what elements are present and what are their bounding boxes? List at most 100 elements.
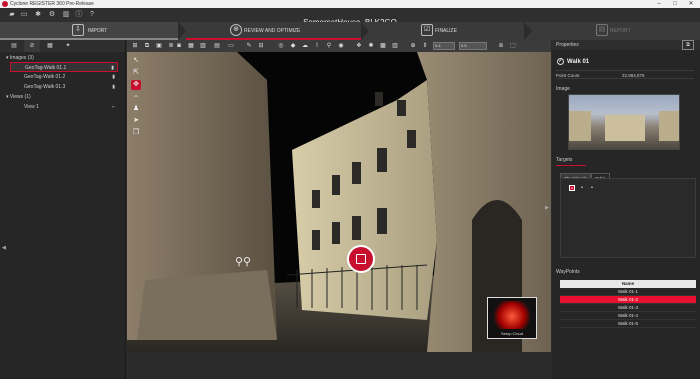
layers-icon[interactable]: ≣ — [167, 42, 175, 50]
palette-icon[interactable]: ❖ — [355, 42, 363, 50]
cube-icon[interactable]: ▣ — [155, 42, 163, 50]
table-row[interactable]: Walk 01-2 — [560, 296, 696, 304]
tree-icon[interactable]: ▦ — [42, 40, 58, 52]
waypoints-section-label: WayPoints — [556, 269, 580, 275]
step-report-label: REPORT — [610, 28, 631, 34]
check-icon: ✓ — [557, 58, 564, 65]
viewport-side-tools: ↖ ⇱ ✥ ⇔ ♟ ➤ ❒ — [131, 56, 141, 140]
target-marker[interactable] — [347, 245, 375, 273]
table-row[interactable]: Walk 01-5 — [560, 320, 696, 328]
step-finalize[interactable]: ☑ FINALIZE — [369, 22, 524, 40]
layers-stack-icon[interactable]: ⧈ — [497, 42, 505, 50]
tree-item-image-1[interactable]: GeoTag-Walk 01.1 ▮ — [10, 62, 118, 72]
step-report[interactable]: ▤ REPORT — [532, 22, 700, 40]
minimize-button[interactable]: – — [652, 0, 666, 8]
cloud-icon[interactable]: ☁ — [301, 42, 309, 50]
target-thumb-2[interactable]: • — [579, 185, 585, 191]
pencil-icon[interactable]: ✎ — [245, 42, 253, 50]
tree-group-views[interactable]: ▾ Views (1) — [6, 92, 31, 102]
target-thumbnails: • • • — [560, 178, 696, 258]
main-toolbar: ▰ ▭ ✱ ⚙ ▥ ⓘ ? SomersetHouse_BLK2GO — [0, 8, 700, 27]
box-icon[interactable]: ⧉ — [143, 42, 151, 50]
navigate-icon[interactable]: ➤ — [131, 116, 141, 126]
app-logo-icon — [2, 1, 8, 7]
orbit-icon[interactable]: ✥ — [131, 80, 141, 90]
image-section-label: Image — [556, 86, 570, 92]
tree-item-view-1[interactable]: View 1 ⌐ — [24, 102, 118, 112]
setup-cloud-thumbnail[interactable]: Setup Cloud — [487, 297, 537, 339]
mesh-icon[interactable]: ▥ — [391, 42, 399, 50]
sun-icon[interactable]: ✺ — [367, 42, 375, 50]
list-icon[interactable]: ▤ — [213, 42, 221, 50]
panorama-image[interactable] — [568, 94, 680, 150]
finalize-icon: ☑ — [421, 24, 433, 36]
geotag-pin-icon[interactable]: ⚲⚲ — [235, 255, 251, 268]
step-import[interactable]: ⇩ IMPORT — [0, 22, 178, 40]
status-bar — [127, 352, 551, 379]
multi-select-icon[interactable]: ⇱ — [131, 68, 141, 78]
targets-section-label: Targets — [556, 157, 573, 163]
left-panel-tabs: ▤ ⊘ ▦ ✦ — [0, 40, 125, 52]
eye-icon[interactable]: ◉ — [337, 42, 345, 50]
step-review[interactable]: ⊕ REVIEW AND OPTIMIZE — [186, 22, 361, 40]
brush-icon[interactable]: ⌇ — [313, 42, 321, 50]
waypoints-header: Name — [560, 280, 696, 288]
review-icon: ⊕ — [230, 24, 242, 36]
target-icon — [356, 254, 366, 264]
maximize-button[interactable]: □ — [668, 0, 682, 8]
pin-icon[interactable]: ⚲ — [325, 42, 333, 50]
table-row[interactable]: Walk 01-3 — [560, 304, 696, 312]
target-thumb-1[interactable]: • — [569, 185, 575, 192]
item-title: ✓ Walk 01 — [557, 58, 590, 66]
target-thumb-3[interactable]: • — [589, 185, 595, 191]
point-cloud-viewport[interactable]: ⊞ ⧉ ▣ ≣ ◙ ▦ ▧ ▤ ▭ ✎ ⊟ ◎ ◆ ☁ ⌇ ⚲ ◉ ❖ ✺ ▩ … — [127, 40, 551, 352]
point-count-row: Point Count 22,984,576 — [556, 70, 694, 79]
view-cube-icon[interactable]: ❒ — [131, 128, 141, 138]
import-icon: ⇩ — [72, 24, 84, 36]
window-title: Cyclone REGISTER 360 Pre-Release — [10, 1, 94, 7]
table-row[interactable]: Walk 01-4 — [560, 312, 696, 320]
cube-view-icon[interactable]: ⬚ — [509, 42, 517, 50]
image-file-icon: ▮ — [112, 74, 115, 80]
target-icon[interactable]: ◎ — [277, 42, 285, 50]
properties-panel: Properties ⧉ ✓ Walk 01 Point Count 22,984… — [552, 40, 700, 379]
toggle-panel-button[interactable]: ⧉ — [682, 40, 694, 50]
ruler-icon[interactable]: ⊟ — [257, 42, 265, 50]
properties-header: Properties ⧉ — [552, 40, 700, 50]
setup-cloud-label: Setup Cloud — [500, 331, 523, 336]
image-file-icon: ▮ — [112, 84, 115, 90]
waypoints-table: Name Walk 01-1 Walk 01-2 Walk 01-3 Walk … — [560, 280, 696, 328]
view-icon: ⌐ — [112, 104, 115, 110]
select-icon[interactable]: ⊞ — [131, 42, 139, 50]
clip-box-icon[interactable]: ▩ — [379, 42, 387, 50]
step-finalize-label: FINALIZE — [435, 28, 457, 34]
tree-item-image-2[interactable]: GeoTag-Walk 01.2 ▮ — [24, 72, 118, 82]
collapse-left-panel-icon[interactable]: ◀ — [2, 245, 6, 251]
pan-icon[interactable]: ⇔ — [131, 92, 141, 102]
grid-icon[interactable]: ▦ — [187, 42, 195, 50]
workflow-steps: ⇩ IMPORT ⊕ REVIEW AND OPTIMIZE ☑ FINALIZ… — [0, 22, 700, 40]
setup-cloud-preview — [492, 301, 532, 329]
walk-icon[interactable]: ♟ — [131, 104, 141, 114]
tree-item-image-3[interactable]: GeoTag-Walk 01.3 ▮ — [24, 82, 118, 92]
window-title-bar: Cyclone REGISTER 360 Pre-Release – □ ✕ — [0, 0, 700, 8]
close-button[interactable]: ✕ — [684, 0, 698, 8]
shapes-icon[interactable]: ⊕ — [409, 42, 417, 50]
targets-view-tabs: ThumbnailsTable — [560, 167, 611, 185]
layers-icon[interactable]: ▤ — [6, 40, 22, 52]
density-field[interactable]: 0.5 — [459, 42, 487, 50]
report-icon: ▤ — [596, 24, 608, 36]
tag-icon[interactable]: ◆ — [289, 42, 297, 50]
adjust-icon[interactable]: ⇕ — [421, 42, 429, 50]
camera-icon[interactable]: ◙ — [175, 42, 183, 50]
cursor-icon[interactable]: ↖ — [131, 56, 141, 66]
table-row[interactable]: Walk 01-1 — [560, 288, 696, 296]
photo-icon[interactable]: ▧ — [199, 42, 207, 50]
star-icon[interactable]: ✦ — [60, 40, 76, 52]
left-panel: ▤ ⊘ ▦ ✦ ▾ Images (3) GeoTag-Walk 01.1 ▮ … — [0, 40, 126, 379]
viewport-toolbar: ⊞ ⧉ ▣ ≣ ◙ ▦ ▧ ▤ ▭ ✎ ⊟ ◎ ◆ ☁ ⌇ ⚲ ◉ ❖ ✺ ▩ … — [127, 40, 551, 52]
link-icon[interactable]: ⊘ — [24, 40, 40, 52]
point-size-field[interactable]: 0.4 — [433, 42, 455, 50]
frame-icon[interactable]: ▭ — [227, 42, 235, 50]
collapse-right-panel-icon[interactable]: ▶ — [545, 205, 549, 211]
